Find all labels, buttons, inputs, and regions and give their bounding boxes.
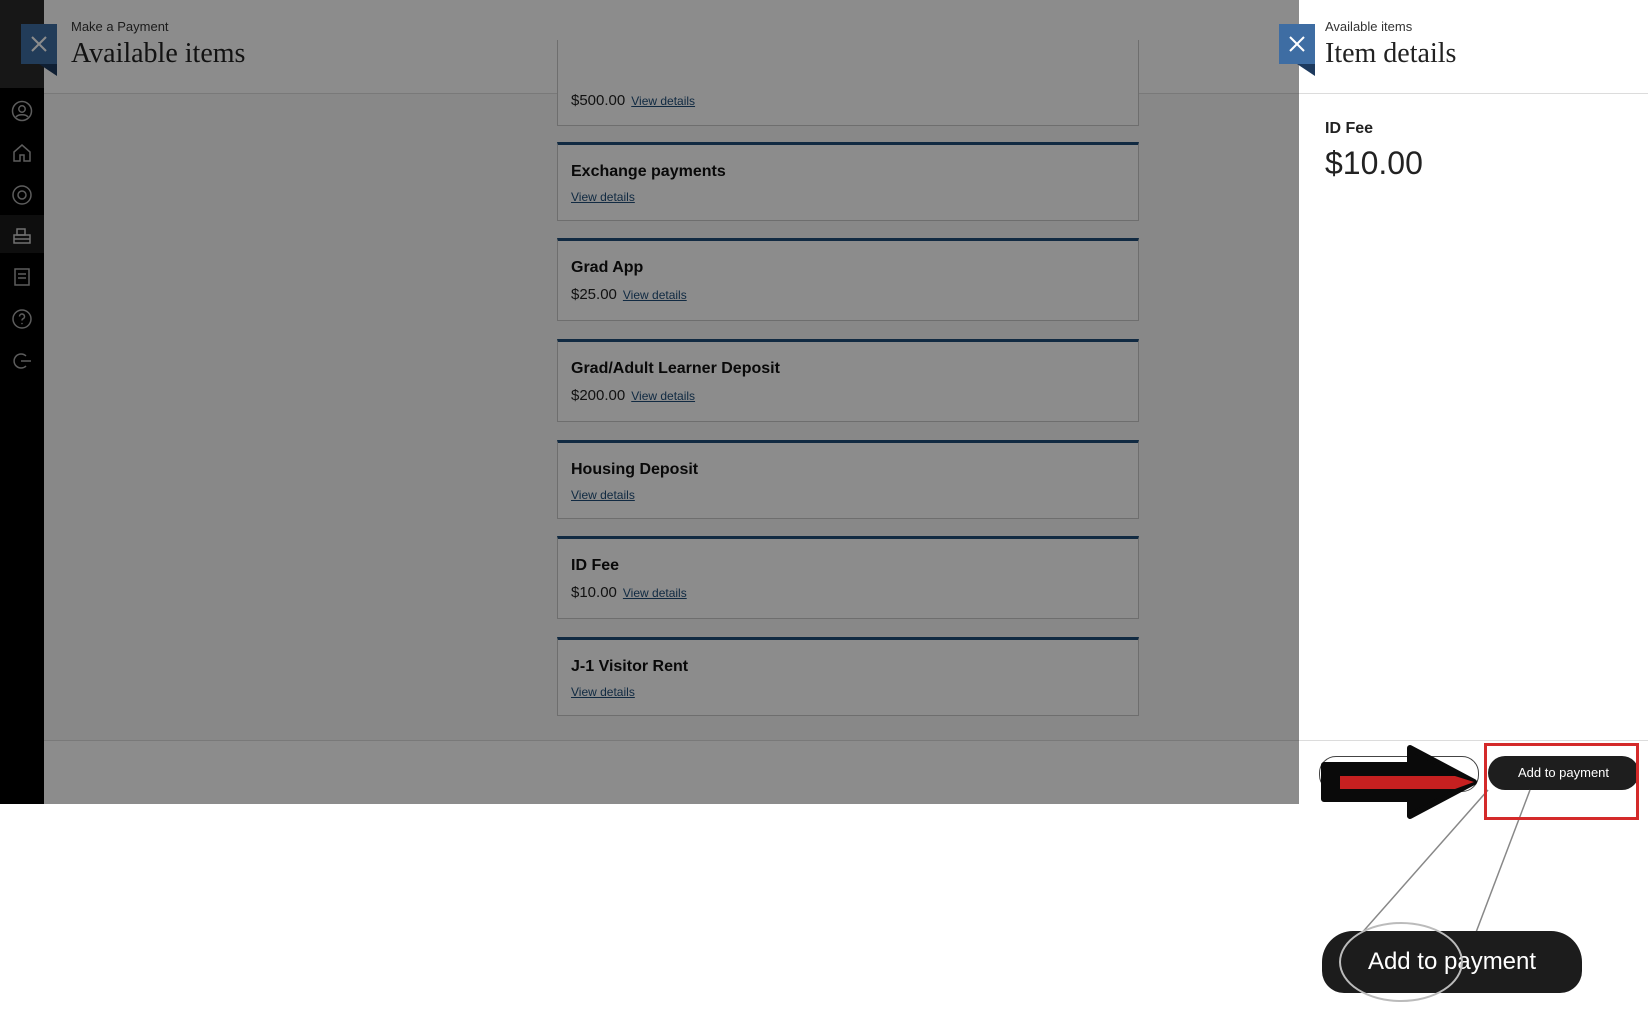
pointer-arrow-fill <box>1340 776 1474 789</box>
highlight-box <box>1484 743 1639 820</box>
annotation-overlay <box>1321 745 1531 936</box>
cursor-ring <box>1339 922 1463 1002</box>
